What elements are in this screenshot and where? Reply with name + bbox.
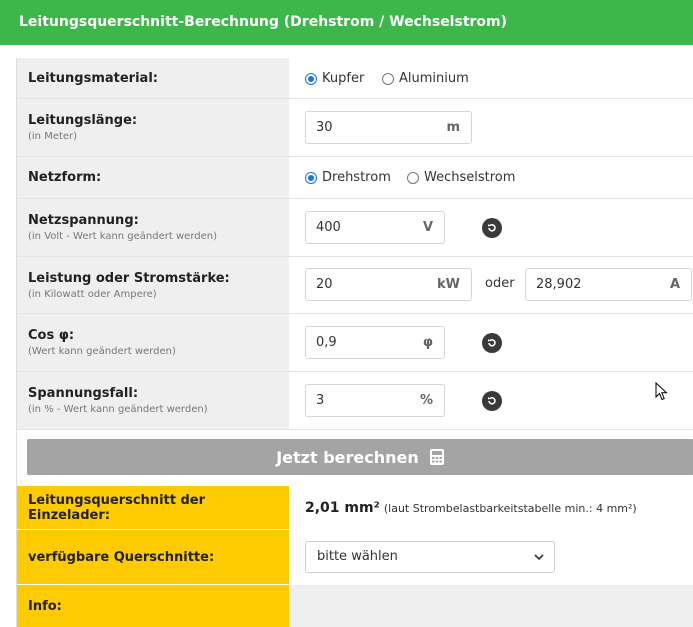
label-spannung-hint: (in Volt - Wert kann geändert werden) <box>28 231 217 242</box>
label-netzform-text: Netzform: <box>28 170 102 185</box>
radio-aluminium[interactable]: Aluminium <box>382 71 469 86</box>
reset-cosphi-button[interactable] <box>482 333 502 353</box>
cosphi-value: 0,9 <box>316 335 337 350</box>
page-title: Leitungsquerschnitt-Berechnung (Drehstro… <box>19 14 508 30</box>
label-laenge-hint: (in Meter) <box>28 131 78 142</box>
spannungsfall-unit: % <box>419 393 433 408</box>
result-einzelader-note: (laut Strombelastbarkeitstabelle min.: 4… <box>383 502 637 515</box>
cosphi-unit: φ <box>422 335 433 350</box>
spannung-unit: V <box>422 220 433 235</box>
radio-kupfer-circle[interactable] <box>305 72 317 85</box>
spannungsfall-input[interactable]: 3 % <box>305 384 445 417</box>
reset-icon <box>488 339 496 347</box>
calculate-button-label: Jetzt berechnen <box>276 447 419 467</box>
oder-text: oder <box>485 276 515 291</box>
cosphi-input[interactable]: 0,9 φ <box>305 326 445 359</box>
stromstaerke-unit: A <box>669 277 680 292</box>
row-leistung: Leistung oder Stromstärke: (in Kilowatt … <box>17 257 693 314</box>
leistung-unit: kW <box>437 277 460 292</box>
spannung-value: 400 <box>316 220 341 235</box>
row-material: Leitungsmaterial: Kupfer Aluminium <box>17 58 693 99</box>
leistung-input[interactable]: 20 kW <box>305 268 472 301</box>
label-leistung: Leistung oder Stromstärke: (in Kilowatt … <box>17 257 289 313</box>
stromstaerke-value: 28,902 <box>536 277 582 292</box>
label-leistung-hint: (in Kilowatt oder Ampere) <box>28 288 157 300</box>
radio-kupfer-label: Kupfer <box>322 71 365 86</box>
label-material-text: Leitungsmaterial: <box>28 70 158 86</box>
result-einzelader-value: 2,01 mm² <box>305 500 380 516</box>
radio-wechselstrom-circle[interactable] <box>407 171 419 184</box>
label-leistung-text: Leistung oder Stromstärke: <box>28 270 230 286</box>
label-einzelader-text: Leitungsquerschnitt der Einzelader: <box>28 492 206 523</box>
radio-drehstrom[interactable]: Drehstrom <box>305 170 391 185</box>
reset-spannungsfall-button[interactable] <box>482 391 502 411</box>
row-spannung: Netzspannung: (in Volt - Wert kann geänd… <box>17 199 693 257</box>
label-laenge: Leitungslänge: (in Meter) <box>17 99 289 156</box>
calculator-form: Leitungsmaterial: Kupfer Aluminium Leitu… <box>16 58 693 627</box>
mouse-cursor-icon <box>655 382 668 401</box>
label-spannung: Netzspannung: (in Volt - Wert kann geänd… <box>17 199 289 256</box>
radio-aluminium-circle[interactable] <box>382 72 394 85</box>
radio-wechselstrom[interactable]: Wechselstrom <box>407 170 515 185</box>
spannung-input[interactable]: 400 V <box>305 211 445 244</box>
radio-aluminium-label: Aluminium <box>399 71 469 86</box>
chevron-down-icon <box>534 554 544 561</box>
radio-kupfer[interactable]: Kupfer <box>305 71 364 86</box>
label-info: Info: <box>17 585 289 627</box>
reset-spannung-button[interactable] <box>482 218 502 238</box>
label-spannung-text: Netzspannung: <box>28 213 139 228</box>
label-cosphi: Cos φ: (Wert kann geändert werden) <box>17 314 289 371</box>
radio-wechselstrom-label: Wechselstrom <box>424 170 516 185</box>
label-einzelader: Leitungsquerschnitt der Einzelader: <box>17 486 289 529</box>
leistung-value: 20 <box>316 277 333 292</box>
row-result-einzelader: Leitungsquerschnitt der Einzelader: 2,01… <box>17 486 693 530</box>
label-verfuegbar-text: verfügbare Querschnitte: <box>28 549 215 565</box>
label-spannungsfall-text: Spannungsfall: <box>28 386 139 401</box>
info-content <box>289 585 693 627</box>
row-laenge: Leitungslänge: (in Meter) 30 m <box>17 99 693 157</box>
laenge-input[interactable]: 30 m <box>305 111 472 144</box>
page-header: Leitungsquerschnitt-Berechnung (Drehstro… <box>0 0 693 45</box>
calculate-button[interactable]: Jetzt berechnen <box>27 439 693 475</box>
laenge-unit: m <box>446 120 460 135</box>
querschnitt-select-value: bitte wählen <box>317 549 398 564</box>
label-spannungsfall: Spannungsfall: (in % - Wert kann geänder… <box>17 372 289 429</box>
label-material: Leitungsmaterial: <box>17 58 289 98</box>
reset-icon <box>488 224 496 232</box>
reset-icon <box>488 397 496 405</box>
row-result-info: Info: <box>17 585 693 627</box>
label-netzform: Netzform: <box>17 157 289 198</box>
querschnitt-select[interactable]: bitte wählen <box>305 541 555 573</box>
label-verfuegbar: verfügbare Querschnitte: <box>17 530 289 584</box>
row-netzform: Netzform: Drehstrom Wechselstrom <box>17 157 693 199</box>
calculator-icon <box>429 449 444 465</box>
row-spannungsfall: Spannungsfall: (in % - Wert kann geänder… <box>17 372 693 430</box>
radio-drehstrom-circle[interactable] <box>305 171 317 184</box>
laenge-value: 30 <box>316 120 333 135</box>
label-info-text: Info: <box>28 598 62 614</box>
label-spannungsfall-hint: (in % - Wert kann geändert werden) <box>28 404 208 415</box>
label-laenge-text: Leitungslänge: <box>28 113 138 128</box>
spannungsfall-value: 3 <box>316 393 325 408</box>
row-cosphi: Cos φ: (Wert kann geändert werden) 0,9 φ <box>17 314 693 372</box>
label-cosphi-hint: (Wert kann geändert werden) <box>28 346 176 357</box>
radio-drehstrom-label: Drehstrom <box>322 170 391 185</box>
stromstaerke-input[interactable]: 28,902 A <box>525 268 692 301</box>
row-result-verfuegbar: verfügbare Querschnitte: bitte wählen <box>17 530 693 585</box>
result-einzelader: 2,01 mm² (laut Strombelastbarkeitstabell… <box>305 486 637 531</box>
label-cosphi-text: Cos φ: <box>28 328 75 343</box>
